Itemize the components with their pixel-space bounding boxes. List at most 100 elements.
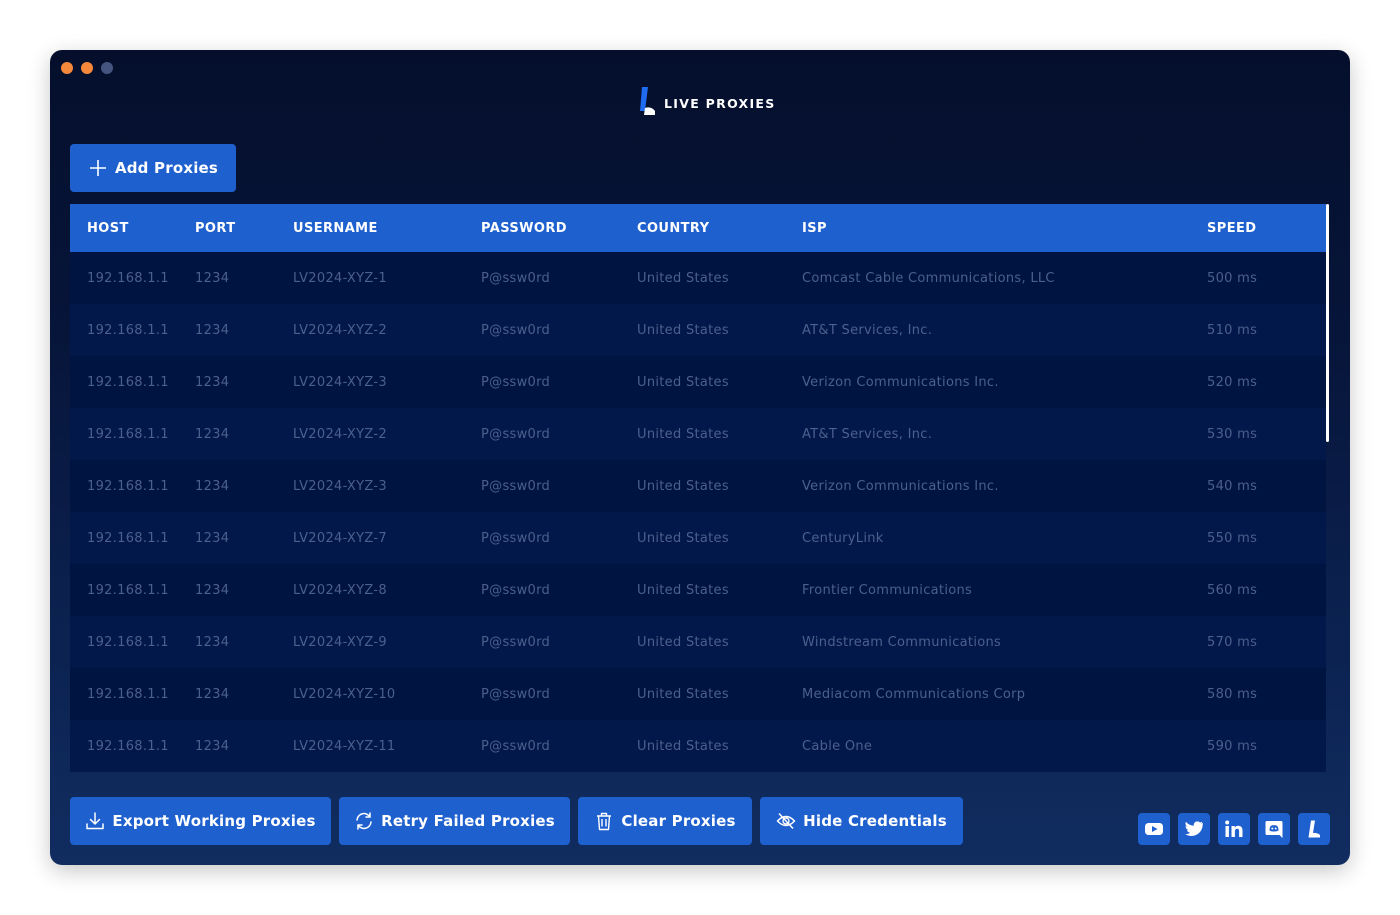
cell-isp: Mediacom Communications Corp xyxy=(802,686,1026,702)
cell-password: P@ssw0rd xyxy=(481,582,551,598)
discord-link[interactable] xyxy=(1258,813,1290,845)
cell-speed: 520 ms xyxy=(1207,374,1258,390)
table-scrollbar[interactable] xyxy=(1326,204,1330,772)
column-header-username[interactable]: USERNAME xyxy=(293,221,481,236)
hide-label: Hide Credentials xyxy=(803,812,947,830)
eye-off-icon xyxy=(776,812,796,830)
add-proxies-label: Add Proxies xyxy=(114,159,219,177)
cell-port: 1234 xyxy=(195,738,230,754)
cell-speed: 590 ms xyxy=(1207,738,1258,754)
cell-speed: 560 ms xyxy=(1207,582,1258,598)
window-controls xyxy=(61,62,113,74)
retry-failed-proxies-button[interactable]: Retry Failed Proxies xyxy=(339,797,570,845)
cell-speed: 570 ms xyxy=(1207,634,1258,650)
cell-port: 1234 xyxy=(195,426,230,442)
cell-country: United States xyxy=(637,270,729,286)
cell-port: 1234 xyxy=(195,686,230,702)
trash-icon xyxy=(597,812,612,831)
column-header-country[interactable]: COUNTRY xyxy=(637,221,802,236)
add-proxies-button[interactable]: Add Proxies xyxy=(70,144,236,192)
clear-proxies-button[interactable]: Clear Proxies xyxy=(578,797,752,845)
cell-password: P@ssw0rd xyxy=(481,634,551,650)
youtube-link[interactable] xyxy=(1138,813,1170,845)
column-header-port[interactable]: PORT xyxy=(195,221,293,236)
cell-username: LV2024-XYZ-3 xyxy=(293,478,387,494)
social-links xyxy=(1138,813,1330,845)
minimize-window-button[interactable] xyxy=(81,62,93,74)
cell-password: P@ssw0rd xyxy=(481,686,551,702)
brand-logo: LIVE PROXIES xyxy=(636,86,776,116)
cell-username: LV2024-XYZ-10 xyxy=(293,686,396,702)
table-row[interactable]: 192.168.1.1 1234 LV2024-XYZ-2 P@ssw0rd Unite… xyxy=(70,304,1326,356)
live-proxies-link[interactable] xyxy=(1298,813,1330,845)
close-window-button[interactable] xyxy=(61,62,73,74)
linkedin-icon xyxy=(1225,820,1243,837)
live-proxies-logo-icon xyxy=(640,87,655,115)
table-row[interactable]: 192.168.1.1 1234 LV2024-XYZ-10 P@ssw0rd Unit… xyxy=(70,668,1326,720)
column-header-speed[interactable]: SPEED xyxy=(1207,221,1326,236)
table-row[interactable]: 192.168.1.1 1234 LV2024-XYZ-1 P@ssw0rd Unite… xyxy=(70,252,1326,304)
download-icon xyxy=(86,812,105,830)
export-working-proxies-button[interactable]: Export Working Proxies xyxy=(70,797,331,845)
cell-username: LV2024-XYZ-8 xyxy=(293,582,387,598)
proxies-table: HOST PORT USERNAME PASSWORD COUNTRY ISP … xyxy=(70,204,1326,772)
cell-country: United States xyxy=(637,478,729,494)
cell-speed: 530 ms xyxy=(1207,426,1258,442)
cell-isp: Frontier Communications xyxy=(802,582,973,598)
cell-country: United States xyxy=(637,426,729,442)
cell-isp: CenturyLink xyxy=(802,530,884,546)
cell-country: United States xyxy=(637,634,729,650)
twitter-link[interactable] xyxy=(1178,813,1210,845)
table-row[interactable]: 192.168.1.1 1234 LV2024-XYZ-8 P@ssw0rd Unite… xyxy=(70,564,1326,616)
cell-host: 192.168.1.1 xyxy=(87,686,169,702)
table-row[interactable]: 192.168.1.1 1234 LV2024-XYZ-7 P@ssw0rd Unite… xyxy=(70,512,1326,564)
cell-port: 1234 xyxy=(195,582,230,598)
hide-credentials-button[interactable]: Hide Credentials xyxy=(760,797,963,845)
refresh-icon xyxy=(356,812,372,830)
cell-port: 1234 xyxy=(195,530,230,546)
scrollbar-thumb[interactable] xyxy=(1326,204,1329,442)
table-row[interactable]: 192.168.1.1 1234 LV2024-XYZ-9 P@ssw0rd Unite… xyxy=(70,616,1326,668)
table-header: HOST PORT USERNAME PASSWORD COUNTRY ISP … xyxy=(70,204,1326,252)
cell-port: 1234 xyxy=(195,270,230,286)
cell-port: 1234 xyxy=(195,374,230,390)
cell-password: P@ssw0rd xyxy=(481,270,551,286)
youtube-icon xyxy=(1145,823,1163,835)
linkedin-link[interactable] xyxy=(1218,813,1250,845)
cell-country: United States xyxy=(637,322,729,338)
clear-label: Clear Proxies xyxy=(621,812,736,830)
cell-isp: Verizon Communications Inc. xyxy=(802,478,999,494)
cell-username: LV2024-XYZ-2 xyxy=(293,426,387,442)
cell-speed: 500 ms xyxy=(1207,270,1258,286)
cell-host: 192.168.1.1 xyxy=(87,374,169,390)
cell-host: 192.168.1.1 xyxy=(87,478,169,494)
cell-host: 192.168.1.1 xyxy=(87,634,169,650)
table-row[interactable]: 192.168.1.1 1234 LV2024-XYZ-11 P@ssw0rd Unit… xyxy=(70,720,1326,772)
table-row[interactable]: 192.168.1.1 1234 LV2024-XYZ-3 P@ssw0rd Unite… xyxy=(70,460,1326,512)
cell-username: LV2024-XYZ-3 xyxy=(293,374,387,390)
column-header-host[interactable]: HOST xyxy=(70,221,195,236)
app-window: LIVE PROXIES Add Proxies HOST PORT USERN… xyxy=(50,50,1350,865)
cell-port: 1234 xyxy=(195,634,230,650)
cell-host: 192.168.1.1 xyxy=(87,530,169,546)
table-row[interactable]: 192.168.1.1 1234 LV2024-XYZ-3 P@ssw0rd Unite… xyxy=(70,356,1326,408)
table-row[interactable]: 192.168.1.1 1234 LV2024-XYZ-2 P@ssw0rd Unite… xyxy=(70,408,1326,460)
plus-icon xyxy=(89,160,106,176)
cell-country: United States xyxy=(637,582,729,598)
cell-port: 1234 xyxy=(195,478,230,494)
cell-password: P@ssw0rd xyxy=(481,426,551,442)
column-header-password[interactable]: PASSWORD xyxy=(481,221,637,236)
cell-isp: AT&T Services, Inc. xyxy=(802,322,933,338)
brand-name: LIVE PROXIES xyxy=(664,95,776,111)
zoom-window-button[interactable] xyxy=(101,62,113,74)
cell-username: LV2024-XYZ-7 xyxy=(293,530,387,546)
cell-host: 192.168.1.1 xyxy=(87,270,169,286)
column-header-isp[interactable]: ISP xyxy=(802,221,1207,236)
cell-username: LV2024-XYZ-11 xyxy=(293,738,396,754)
cell-port: 1234 xyxy=(195,322,230,338)
cell-isp: Comcast Cable Communications, LLC xyxy=(802,270,1055,286)
cell-host: 192.168.1.1 xyxy=(87,322,169,338)
cell-isp: Windstream Communications xyxy=(802,634,1002,650)
cell-password: P@ssw0rd xyxy=(481,322,551,338)
cell-host: 192.168.1.1 xyxy=(87,738,169,754)
